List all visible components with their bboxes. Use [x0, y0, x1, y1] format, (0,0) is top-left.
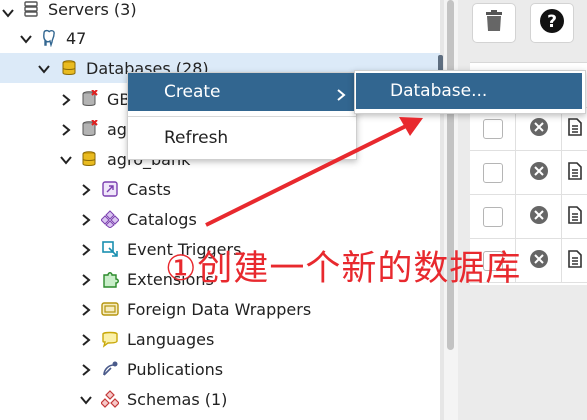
row-checkbox-cell[interactable]: [470, 151, 516, 195]
row-checkbox-cell[interactable]: [470, 195, 516, 239]
delete-button[interactable]: [472, 3, 516, 43]
row-edit-cell[interactable]: [562, 151, 587, 195]
databases-icon: [60, 59, 78, 77]
chevron-down-icon[interactable]: [80, 394, 92, 406]
tree-label-publications: Publications: [127, 360, 224, 379]
submenu-item-database[interactable]: Database...: [356, 73, 582, 109]
row-delete-cell[interactable]: [516, 195, 562, 239]
chevron-right-icon[interactable]: [80, 334, 92, 346]
tree-node-casts[interactable]: Casts: [0, 174, 440, 204]
vertical-scrollbar-thumb[interactable]: [447, 0, 454, 350]
row-checkbox[interactable]: [482, 118, 503, 139]
document-icon[interactable]: [567, 205, 582, 228]
tree-label-schemas: Schemas (1): [127, 390, 228, 409]
help-button[interactable]: ?: [530, 3, 574, 43]
postgresql-elephant-icon: [40, 29, 58, 47]
chevron-right-icon: [336, 86, 346, 105]
object-explorer-tree: Servers (3) 47 Databases (28) GB agr Cas…: [0, 0, 444, 420]
database-disconnected-icon: [80, 120, 98, 138]
help-icon: ?: [539, 8, 565, 38]
row-delete-cell[interactable]: [516, 239, 562, 283]
casts-icon: [101, 180, 119, 198]
languages-icon: [101, 330, 119, 348]
chevron-right-icon[interactable]: [60, 94, 72, 106]
row-edit-cell[interactable]: [562, 239, 587, 283]
chevron-right-icon[interactable]: [60, 124, 72, 136]
tree-node-foreign-data-wrappers[interactable]: Foreign Data Wrappers: [0, 294, 440, 324]
annotation-text: ①创建一个新的数据库: [165, 249, 522, 289]
tree-node-server-47[interactable]: 47: [0, 23, 440, 53]
publications-icon: [101, 360, 119, 378]
tree-label-languages: Languages: [127, 330, 215, 349]
tree-label-servers: Servers (3): [48, 0, 137, 19]
schemas-icon: [101, 390, 119, 408]
trash-icon: [485, 10, 503, 36]
chevron-down-icon[interactable]: [2, 7, 14, 19]
remove-circle-icon[interactable]: [529, 249, 549, 273]
create-submenu: Database...: [354, 70, 586, 114]
tree-node-languages[interactable]: Languages: [0, 324, 440, 354]
chevron-down-icon[interactable]: [20, 33, 32, 45]
row-checkbox[interactable]: [482, 206, 503, 227]
database-disconnected-icon: [80, 90, 98, 108]
row-checkbox[interactable]: [482, 162, 503, 183]
submenu-item-database-label: Database...: [390, 81, 488, 101]
event-triggers-icon: [101, 240, 119, 258]
tree-node-publications[interactable]: Publications: [0, 354, 440, 384]
row-delete-cell[interactable]: [516, 151, 562, 195]
extensions-icon: [101, 270, 119, 288]
remove-circle-icon[interactable]: [529, 117, 549, 141]
menu-separator: [128, 116, 356, 117]
menu-item-create-label: Create: [164, 82, 221, 102]
chevron-right-icon[interactable]: [80, 304, 92, 316]
document-icon[interactable]: [567, 249, 582, 272]
foreign-data-wrappers-icon: [101, 300, 119, 318]
chevron-down-icon[interactable]: [38, 63, 50, 75]
remove-circle-icon[interactable]: [529, 161, 549, 185]
chevron-right-icon[interactable]: [80, 184, 92, 196]
database-icon: [80, 150, 98, 168]
remove-circle-icon[interactable]: [529, 205, 549, 229]
servers-icon: [22, 0, 40, 18]
chevron-right-icon[interactable]: [80, 364, 92, 376]
menu-item-refresh[interactable]: Refresh: [164, 128, 228, 148]
tree-node-catalogs[interactable]: Catalogs: [0, 204, 440, 234]
row-edit-cell[interactable]: [562, 195, 587, 239]
tree-label-foreign-data-wrappers: Foreign Data Wrappers: [127, 300, 312, 319]
svg-text:?: ?: [547, 12, 557, 32]
chevron-right-icon[interactable]: [80, 244, 92, 256]
tree-node-servers[interactable]: Servers (3): [0, 0, 440, 24]
catalogs-icon: [101, 210, 119, 228]
document-icon[interactable]: [567, 161, 582, 184]
tree-node-schemas[interactable]: Schemas (1): [0, 384, 440, 414]
context-menu: Create Refresh: [127, 72, 357, 160]
tree-label-catalogs: Catalogs: [127, 210, 197, 229]
tree-label-server: 47: [66, 29, 87, 48]
chevron-right-icon[interactable]: [80, 274, 92, 286]
chevron-right-icon[interactable]: [80, 214, 92, 226]
tree-label-casts: Casts: [127, 180, 171, 199]
document-icon[interactable]: [567, 117, 582, 140]
menu-item-create[interactable]: Create: [128, 73, 356, 111]
chevron-down-icon[interactable]: [60, 154, 72, 166]
